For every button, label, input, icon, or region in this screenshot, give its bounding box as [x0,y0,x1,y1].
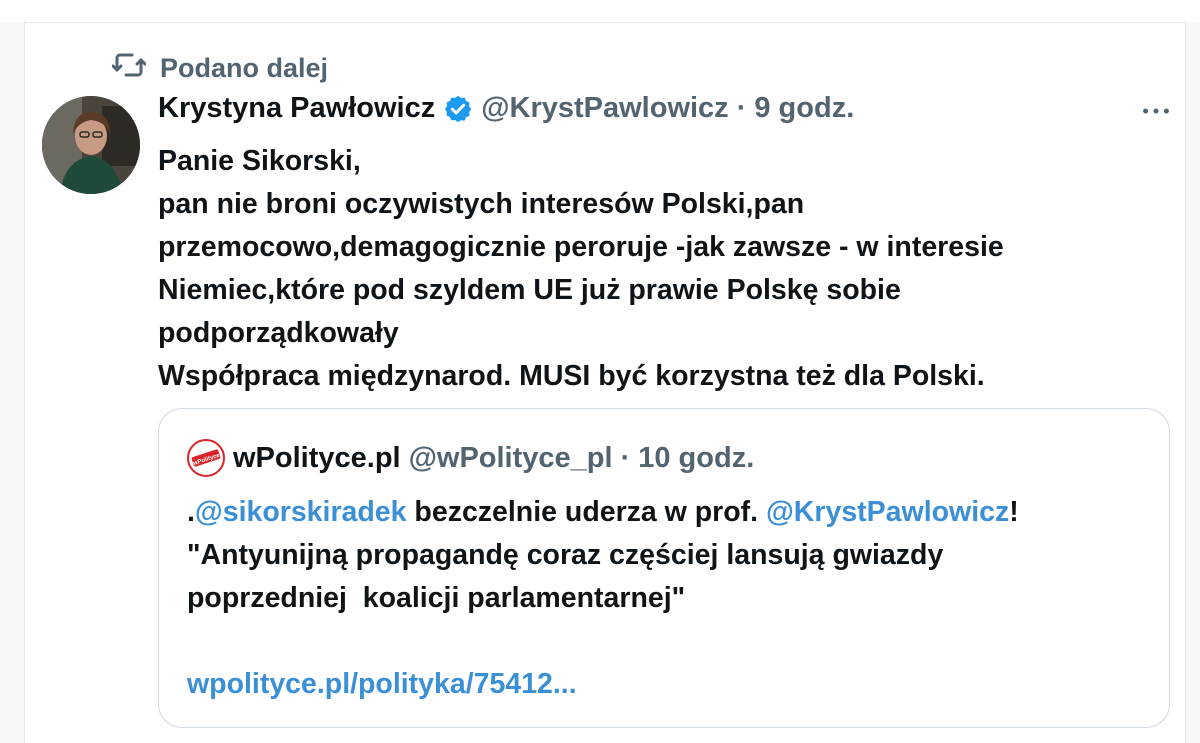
tweet-time[interactable]: 9 godz. [754,92,854,125]
verified-badge-icon[interactable] [443,94,473,124]
quote-time[interactable]: 10 godz. [638,442,754,475]
tweet-line: Niemiec,które pod szyldem UE już prawie … [158,274,901,306]
author-name[interactable]: Krystyna Pawłowicz [158,92,435,125]
tweet-line: przemocowo,demagogicznie peroruje -jak z… [158,231,1004,263]
repost-label: Podano dalej [160,53,329,83]
quote-text: .@sikorskiradek bezczelnie uderza w prof… [187,491,1147,706]
tweet-line: pan nie broni oczywistych interesów Pols… [158,188,805,220]
tweet-line: Panie Sikorski, [158,145,361,177]
author-handle[interactable]: @KrystPawlowicz [481,92,728,125]
wpolityce-logo-icon[interactable]: wPolityce [187,439,225,477]
article-link[interactable]: wpolityce.pl/polityka/75412... [187,663,1147,706]
repost-icon [111,50,147,87]
repost-indicator[interactable]: Podano dalej [111,50,329,87]
tweet-line: podporządkowały [158,317,399,349]
quote-prefix: . [187,496,195,528]
tweet-header: Krystyna Pawłowicz @KrystPawlowicz · 9 g… [158,92,854,125]
quote-line: poprzedniej koalicji parlamentarnej" [187,582,686,614]
author-avatar[interactable] [42,96,140,194]
tweet-text: Panie Sikorski, pan nie broni oczywistyc… [158,140,1148,398]
quote-header: wPolityce wPolityce.pl @wPolityce_pl · 1… [187,439,754,477]
tweet-line: Współpraca międzynarod. MUSI być korzyst… [158,360,985,392]
quote-suffix: ! [1009,496,1019,528]
quote-author-handle[interactable]: @wPolityce_pl [409,442,613,475]
quote-line: .@sikorskiradek bezczelnie uderza w prof… [187,491,1147,534]
more-options-icon[interactable] [1138,96,1174,126]
separator-dot: · [736,92,747,124]
separator-dot: · [620,441,631,474]
quote-text-segment: bezczelnie uderza w prof. [406,496,767,528]
mention-link[interactable]: @KrystPawlowicz [766,496,1009,528]
quote-author-name[interactable]: wPolityce.pl [233,442,401,475]
top-strip [0,0,1200,22]
quoted-tweet-card[interactable]: wPolityce wPolityce.pl @wPolityce_pl · 1… [158,408,1170,728]
quote-line: "Antyunijną propagandę coraz częściej la… [187,539,944,571]
mention-link[interactable]: @sikorskiradek [195,496,407,528]
